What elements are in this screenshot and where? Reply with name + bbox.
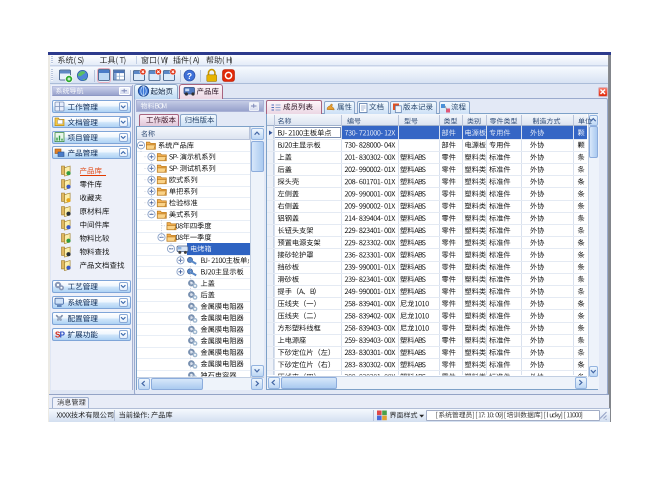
svg-text:P: P: [60, 331, 66, 340]
svg-text:?: ?: [187, 71, 192, 81]
